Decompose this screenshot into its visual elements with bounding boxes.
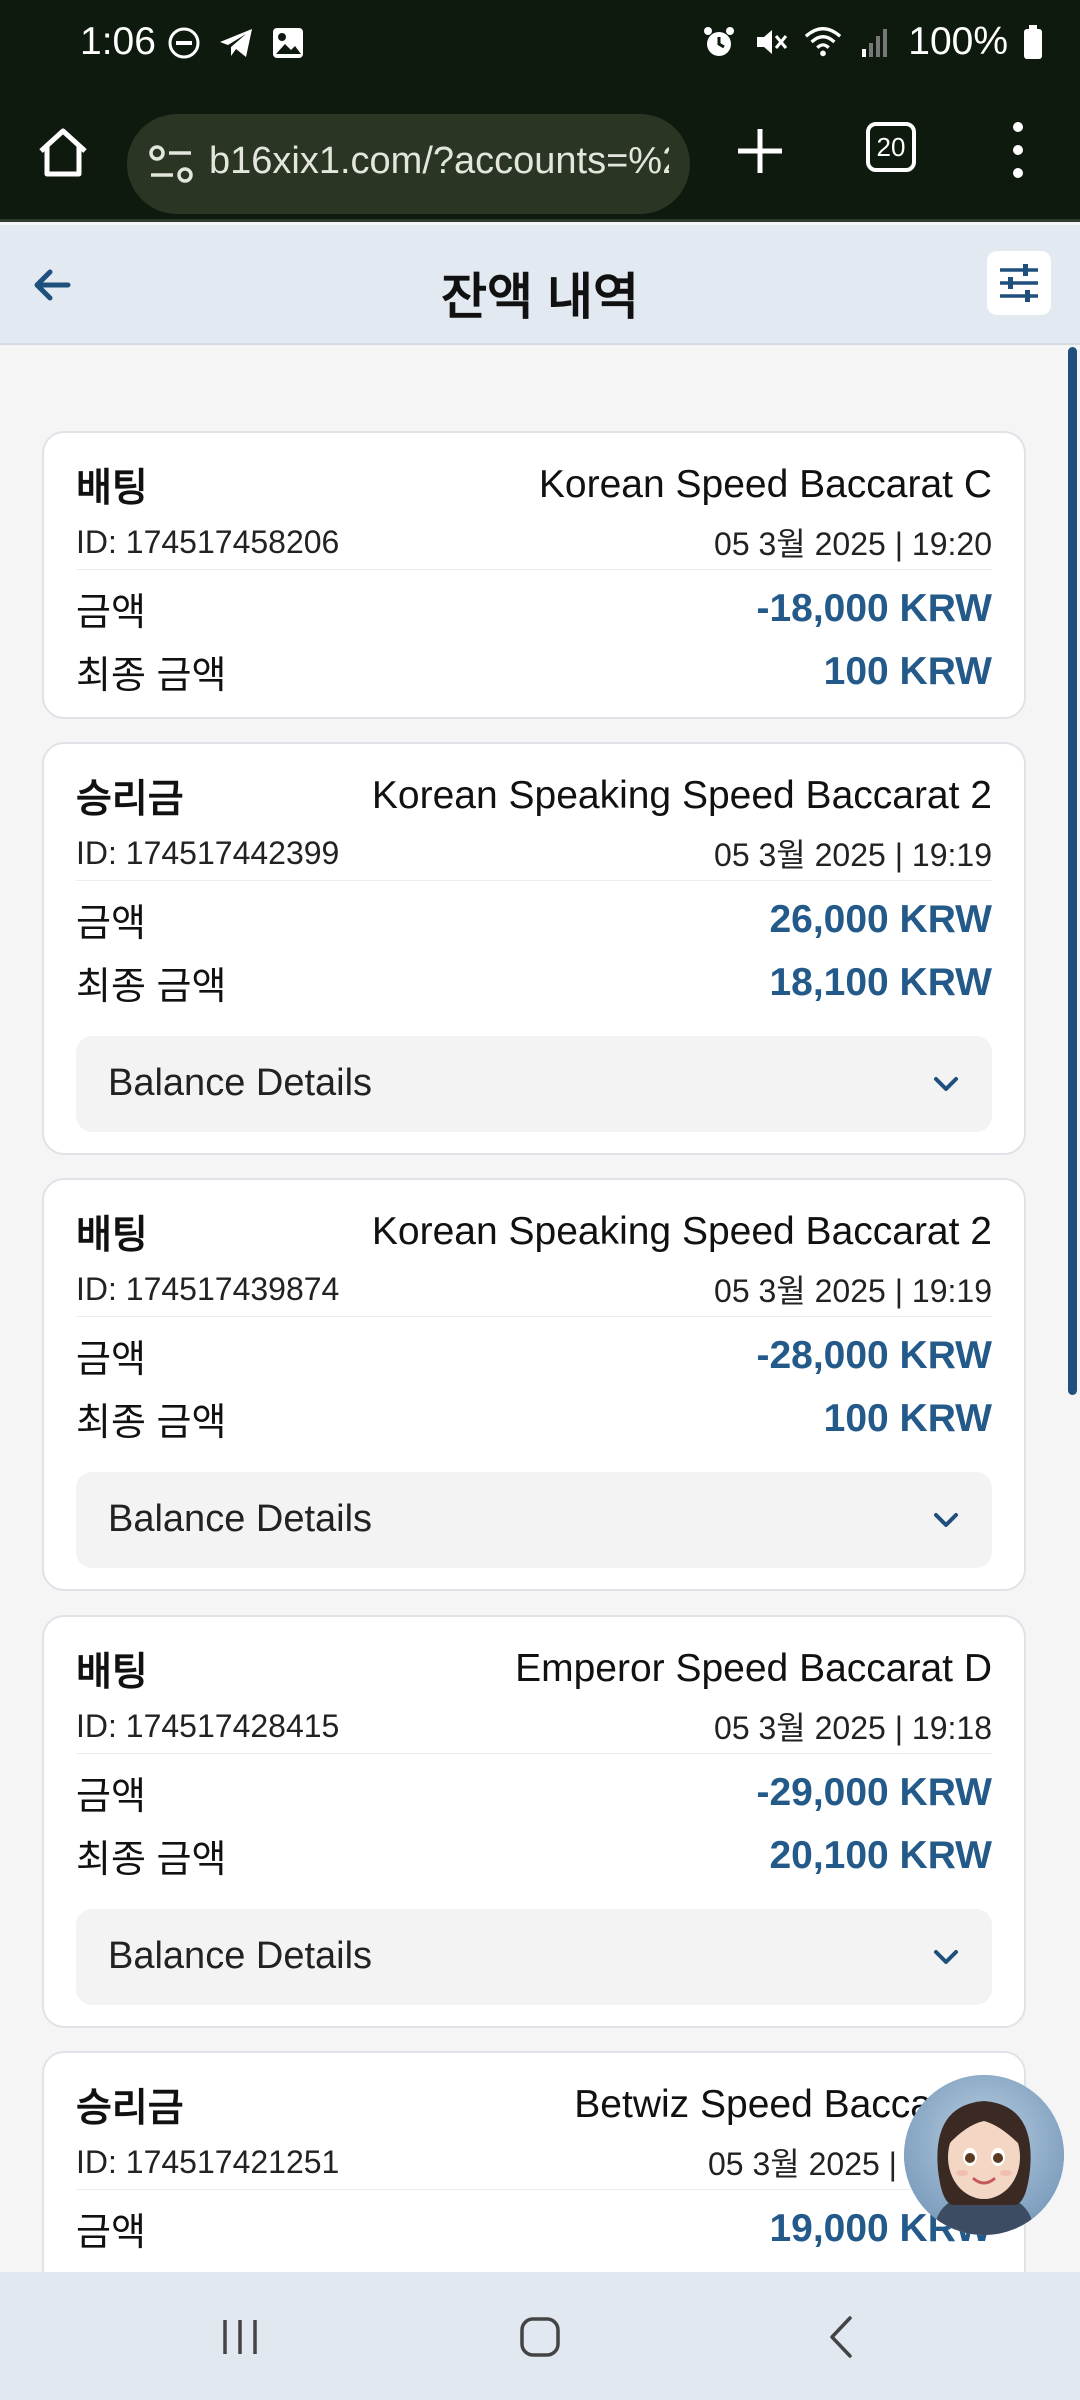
final-amount-value: 20,100 KRW xyxy=(769,1833,992,1877)
recent-apps-button[interactable] xyxy=(205,2302,275,2372)
chat-assistant-avatar-button[interactable] xyxy=(904,2075,1064,2235)
page-header: 잔액 내역 xyxy=(0,225,1080,345)
gallery-icon xyxy=(269,24,307,62)
url-text[interactable]: b16xix1.com/?accounts=%2 xyxy=(209,140,669,183)
final-amount-label: 최종 금액 xyxy=(76,966,227,1008)
home-nav-icon xyxy=(520,2317,560,2357)
back-nav-button[interactable] xyxy=(808,2302,878,2372)
address-bar[interactable]: b16xix1.com/?accounts=%2 xyxy=(127,114,690,214)
status-icons-right: 100% xyxy=(700,20,1044,64)
final-amount-value: 100 KRW xyxy=(823,1396,992,1440)
battery-percent: 100% xyxy=(908,20,1008,63)
transaction-datetime: 05 3월 2025 | 19:20 xyxy=(714,526,992,562)
transaction-id: ID: 174517458206 xyxy=(76,523,340,560)
divider xyxy=(76,880,992,881)
balance-details-label: Balance Details xyxy=(108,1498,373,1540)
status-time: 1:06 xyxy=(80,20,156,63)
amount-label: 금액 xyxy=(76,1339,146,1381)
amount-value: -18,000 KRW xyxy=(756,586,992,630)
balance-details-toggle[interactable]: Balance Details xyxy=(76,1472,992,1568)
divider xyxy=(76,1753,992,1754)
filter-button[interactable] xyxy=(987,251,1051,315)
final-amount-value: 18,100 KRW xyxy=(769,960,992,1004)
recent-apps-icon xyxy=(223,2320,257,2354)
balance-details-toggle[interactable]: Balance Details xyxy=(76,1909,992,2005)
transaction-datetime: 05 3월 2025 | 19:18 xyxy=(714,1710,992,1746)
transaction-card: 배팅 Korean Speaking Speed Baccarat 2 ID: … xyxy=(42,1178,1026,1591)
game-name: Korean Speaking Speed Baccarat 2 xyxy=(371,1210,992,1253)
do-not-disturb-icon xyxy=(165,24,203,62)
game-name: Betwiz Speed Bacca xyxy=(574,2083,932,2126)
mute-icon xyxy=(752,23,790,61)
amount-value: 26,000 KRW xyxy=(769,897,992,941)
game-name: Emperor Speed Baccarat D xyxy=(515,1647,992,1690)
battery-icon xyxy=(1022,23,1044,61)
transaction-card: 승리금 Korean Speaking Speed Baccarat 2 ID:… xyxy=(42,742,1026,1155)
transaction-type: 배팅 xyxy=(76,1214,148,1257)
wifi-icon xyxy=(804,23,842,61)
transaction-card: 배팅 Korean Speed Baccarat C ID: 174517458… xyxy=(42,431,1026,719)
transaction-datetime: 05 3월 2025 | xyxy=(707,2146,897,2182)
status-icons-left xyxy=(165,24,307,62)
home-nav-button[interactable] xyxy=(505,2302,575,2372)
tab-switcher-button[interactable]: 20 xyxy=(866,122,916,172)
back-nav-icon xyxy=(830,2316,852,2358)
filter-sliders-icon xyxy=(1000,264,1038,302)
site-settings-icon[interactable] xyxy=(147,141,195,187)
amount-label: 금액 xyxy=(76,1776,146,1818)
amount-label: 금액 xyxy=(76,592,146,634)
balance-details-label: Balance Details xyxy=(108,1062,373,1104)
divider xyxy=(76,569,992,570)
chevron-down-icon xyxy=(928,1066,964,1102)
amount-label: 금액 xyxy=(76,2212,146,2254)
game-name: Korean Speed Baccarat C xyxy=(538,463,992,506)
transaction-card: 배팅 Emperor Speed Baccarat D ID: 17451742… xyxy=(42,1615,1026,2028)
transaction-card: 승리금 Betwiz Speed Bacca ID: 174517421251 … xyxy=(42,2051,1026,2272)
transaction-type: 승리금 xyxy=(76,2087,184,2130)
transaction-type: 배팅 xyxy=(76,1651,148,1694)
transaction-type: 승리금 xyxy=(76,778,184,821)
game-name: Korean Speaking Speed Baccarat 2 xyxy=(371,774,992,817)
chevron-down-icon xyxy=(928,1939,964,1975)
transaction-list[interactable]: 배팅 Korean Speed Baccarat C ID: 174517458… xyxy=(0,347,1080,2272)
transaction-id: ID: 174517439874 xyxy=(76,1270,340,1307)
telegram-icon xyxy=(217,24,255,62)
transaction-id: ID: 174517428415 xyxy=(76,1707,340,1744)
assistant-avatar-icon xyxy=(904,2075,1064,2235)
divider xyxy=(76,1316,992,1317)
amount-label: 금액 xyxy=(76,903,146,945)
balance-details-toggle[interactable]: Balance Details xyxy=(76,1036,992,1132)
alarm-icon xyxy=(700,23,738,61)
final-amount-label: 최종 금액 xyxy=(76,1402,227,1444)
transaction-datetime: 05 3월 2025 | 19:19 xyxy=(714,837,992,873)
scrollbar[interactable] xyxy=(1068,347,1077,1395)
status-bar: 1:06 100% xyxy=(0,0,1080,95)
final-amount-value: 100 KRW xyxy=(823,649,992,693)
transaction-id: ID: 174517442399 xyxy=(76,834,340,871)
final-amount-label: 최종 금액 xyxy=(76,655,227,697)
balance-details-label: Balance Details xyxy=(108,1935,373,1977)
home-icon xyxy=(39,128,87,177)
divider xyxy=(76,2189,992,2190)
amount-value: -29,000 KRW xyxy=(756,1770,992,1814)
chevron-down-icon xyxy=(928,1502,964,1538)
new-tab-button[interactable] xyxy=(730,121,790,181)
browser-menu-button[interactable] xyxy=(1000,115,1036,185)
transaction-datetime: 05 3월 2025 | 19:19 xyxy=(714,1273,992,1309)
browser-toolbar: b16xix1.com/?accounts=%2 20 xyxy=(0,95,1080,222)
signal-icon xyxy=(856,23,894,61)
transaction-id: ID: 174517421251 xyxy=(76,2143,340,2180)
final-amount-label: 최종 금액 xyxy=(76,1839,227,1881)
home-button[interactable] xyxy=(30,119,96,185)
page-title: 잔액 내역 xyxy=(441,269,639,325)
system-navigation-bar xyxy=(0,2272,1080,2400)
amount-value: -28,000 KRW xyxy=(756,1333,992,1377)
transaction-type: 배팅 xyxy=(76,467,148,510)
